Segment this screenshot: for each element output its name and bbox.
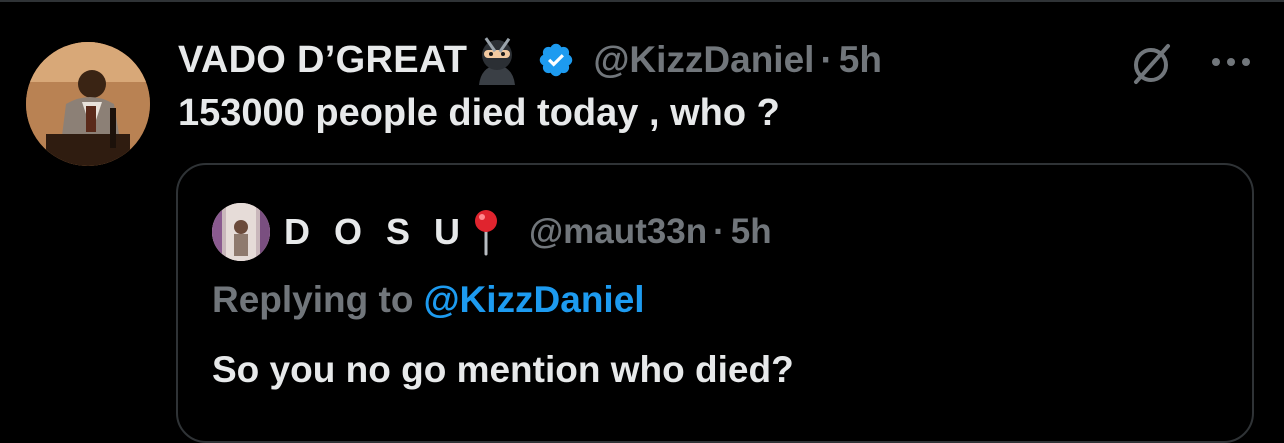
ninja-emoji-icon bbox=[475, 35, 519, 85]
tweet-text: 153000 people died today , who ? bbox=[178, 92, 780, 134]
author-avatar-image bbox=[26, 42, 150, 166]
round-pushpin-emoji-icon bbox=[469, 208, 503, 256]
tweet[interactable]: VADO D’GREAT @KizzDaniel · 5h 153000 peo… bbox=[0, 0, 1284, 443]
quoted-tweet-text: So you no go mention who died? bbox=[212, 349, 794, 390]
verified-badge-icon[interactable] bbox=[537, 41, 575, 79]
quoted-tweet-header: D O S U @maut33n · 5h bbox=[284, 203, 772, 261]
quoted-tweet-timestamp[interactable]: 5h bbox=[731, 212, 772, 252]
replying-to-prefix: Replying to bbox=[212, 279, 414, 320]
replying-to-mention-link[interactable]: @KizzDaniel bbox=[423, 279, 644, 320]
quoted-tweet-card[interactable]: D O S U @maut33n · 5h Replying to @KizzDa… bbox=[176, 163, 1254, 443]
replying-to-line: Replying to @KizzDaniel bbox=[212, 279, 645, 321]
quoted-author-avatar[interactable] bbox=[212, 203, 270, 261]
quoted-author-avatar-image bbox=[212, 203, 270, 261]
author-display-name[interactable]: VADO D’GREAT bbox=[178, 39, 467, 82]
quoted-author-handle[interactable]: @maut33n bbox=[529, 212, 707, 252]
author-handle[interactable]: @KizzDaniel bbox=[593, 39, 814, 81]
handle-time-separator: · bbox=[820, 39, 833, 80]
author-avatar[interactable] bbox=[26, 42, 150, 166]
grok-icon[interactable] bbox=[1128, 42, 1174, 88]
quoted-handle-time-separator: · bbox=[713, 212, 725, 251]
tweet-header: VADO D’GREAT @KizzDaniel · 5h bbox=[178, 34, 882, 86]
tweet-timestamp[interactable]: 5h bbox=[839, 39, 882, 81]
more-icon[interactable] bbox=[1208, 52, 1254, 72]
quoted-author-display-name[interactable]: D O S U bbox=[284, 211, 467, 253]
